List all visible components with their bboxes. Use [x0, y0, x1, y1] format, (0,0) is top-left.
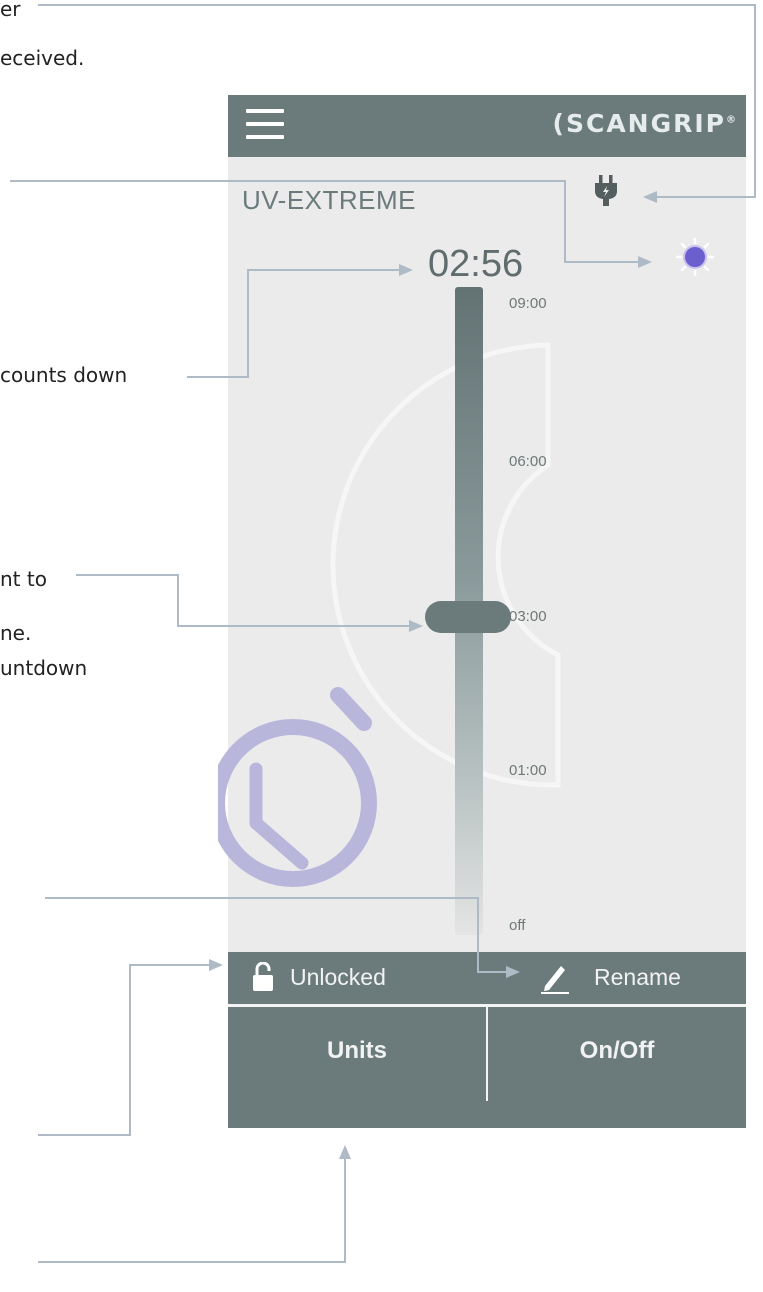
- callout-line-units: [38, 1158, 346, 1263]
- arrow-lock-icon: [209, 959, 223, 971]
- arrow-uv-icon: [638, 256, 652, 268]
- callout-line-slider: [76, 574, 410, 627]
- arrow-rename-icon: [506, 966, 520, 978]
- arrow-slider-icon: [409, 620, 423, 632]
- arrow-countdown-icon: [399, 264, 413, 276]
- callout-line-countdown: [187, 269, 400, 378]
- callout-line-rename: [45, 897, 508, 973]
- arrow-power-icon: [643, 191, 657, 203]
- arrow-units-icon: [339, 1145, 351, 1159]
- callout-line-power: [38, 4, 756, 198]
- callout-lines: [10, 4, 756, 1263]
- callout-line-uv: [10, 180, 640, 263]
- callout-line-lock: [38, 964, 210, 1136]
